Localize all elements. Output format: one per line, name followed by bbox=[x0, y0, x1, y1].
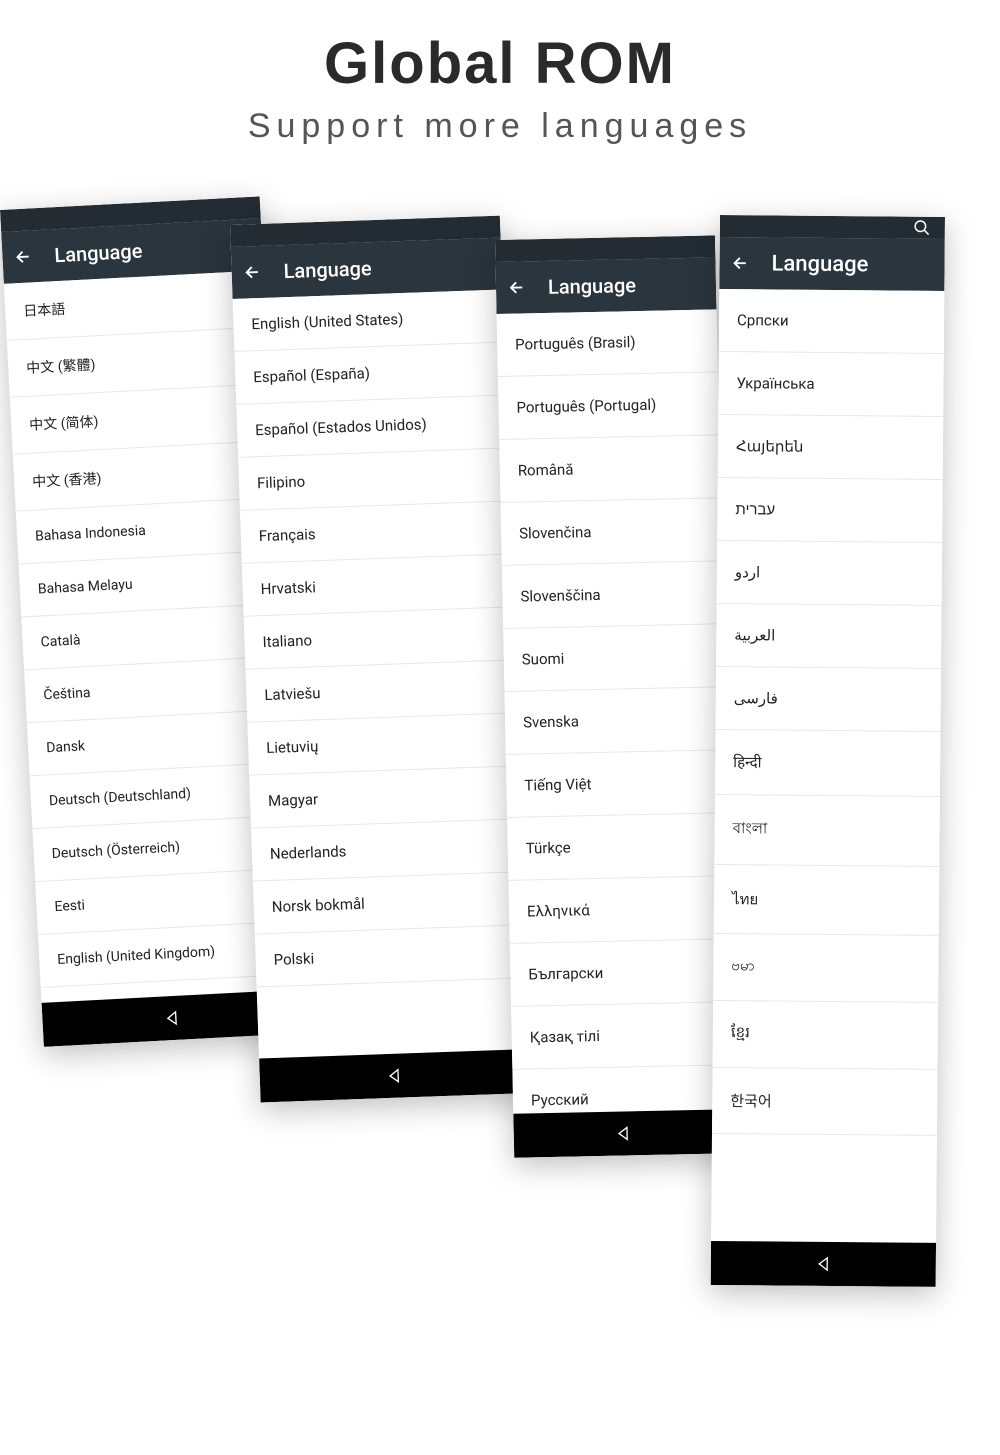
list-item[interactable]: Slovenščina bbox=[502, 561, 723, 629]
page-subtitle: Support more languages bbox=[0, 107, 1000, 146]
search-icon[interactable] bbox=[913, 219, 931, 237]
list-item[interactable]: ဗမာ bbox=[713, 934, 939, 1003]
list-item[interactable]: Ελληνικά bbox=[508, 876, 729, 944]
list-item[interactable]: Lietuvių bbox=[247, 713, 519, 775]
app-header: Language bbox=[719, 237, 944, 291]
back-icon[interactable] bbox=[243, 263, 262, 282]
page-title: Global ROM bbox=[0, 30, 1000, 97]
list-item[interactable]: العربية bbox=[716, 604, 942, 669]
back-icon[interactable] bbox=[732, 254, 750, 272]
list-item[interactable]: ไทย bbox=[714, 865, 940, 936]
list-item[interactable]: Italiano bbox=[244, 607, 516, 669]
nav-back-icon[interactable] bbox=[387, 1067, 404, 1084]
list-item[interactable]: فارسی bbox=[716, 667, 942, 732]
status-bar bbox=[720, 215, 945, 239]
list-item[interactable]: Polski bbox=[255, 925, 527, 987]
list-item[interactable]: Tiếng Việt bbox=[506, 750, 727, 818]
list-item[interactable]: Português (Portugal) bbox=[498, 372, 719, 440]
list-item[interactable]: Русский bbox=[512, 1065, 733, 1114]
phone-screenshot-3: Language Português (Brasil) Português (P… bbox=[495, 235, 734, 1157]
list-item[interactable]: Latviešu bbox=[246, 660, 518, 722]
nav-back-icon[interactable] bbox=[616, 1125, 632, 1141]
list-item[interactable]: Español (España) bbox=[234, 342, 506, 404]
language-list[interactable]: Српски Українська Հայերեն עברית اردو الع… bbox=[711, 289, 944, 1243]
android-nav-bar bbox=[513, 1109, 734, 1158]
nav-back-icon[interactable] bbox=[164, 1010, 181, 1027]
app-header: Language bbox=[495, 257, 716, 314]
app-header: Language bbox=[231, 238, 503, 299]
list-item[interactable]: Українська bbox=[718, 352, 944, 417]
nav-back-icon[interactable] bbox=[815, 1256, 831, 1272]
list-item[interactable]: हिन्दी bbox=[715, 730, 941, 797]
list-item[interactable]: Español (Estados Unidos) bbox=[236, 395, 508, 457]
list-item[interactable]: Türkçe bbox=[507, 813, 728, 881]
back-icon[interactable] bbox=[508, 278, 526, 296]
list-item[interactable]: Slovenčina bbox=[501, 498, 722, 566]
android-nav-bar bbox=[711, 1241, 936, 1287]
phone-stage: Language 日本語 中文 (繁體) 中文 (简体) 中文 (香港) Bah… bbox=[0, 185, 1000, 1455]
list-item[interactable]: Magyar bbox=[249, 766, 521, 828]
list-item[interactable]: Қазақ тілі bbox=[511, 1002, 732, 1070]
list-item[interactable]: Hrvatski bbox=[242, 554, 514, 616]
header-title: Language bbox=[283, 256, 372, 283]
list-item[interactable]: Română bbox=[499, 435, 720, 503]
header-title: Language bbox=[771, 251, 868, 277]
language-list[interactable]: English (United States) Español (España)… bbox=[233, 290, 529, 1059]
list-item[interactable]: Հայերեն bbox=[718, 415, 944, 480]
list-item[interactable]: English (United States) bbox=[233, 290, 505, 352]
list-item[interactable]: Српски bbox=[719, 289, 945, 354]
list-item[interactable]: Nederlands bbox=[251, 819, 523, 881]
list-item[interactable]: Svenska bbox=[504, 687, 725, 755]
list-item[interactable]: Français bbox=[240, 501, 512, 563]
list-item[interactable]: Suomi bbox=[503, 624, 724, 692]
back-icon[interactable] bbox=[14, 247, 33, 266]
phone-screenshot-4: Language Српски Українська Հայերեն עברית… bbox=[711, 215, 945, 1287]
list-item[interactable]: עברית bbox=[717, 478, 943, 543]
list-item[interactable]: 한국어 bbox=[712, 1068, 938, 1136]
phone-screenshot-2: Language English (United States) Español… bbox=[230, 216, 530, 1103]
list-item[interactable]: বাংলা bbox=[714, 795, 940, 867]
list-item[interactable]: اردو bbox=[717, 541, 943, 606]
header-title: Language bbox=[548, 273, 636, 299]
android-nav-bar bbox=[259, 1049, 530, 1102]
list-item[interactable]: Norsk bokmål bbox=[253, 872, 525, 934]
list-item[interactable]: Filipino bbox=[238, 448, 510, 510]
header-title: Language bbox=[54, 239, 143, 268]
language-list[interactable]: Português (Brasil) Português (Portugal) … bbox=[497, 309, 734, 1113]
list-item[interactable]: Български bbox=[510, 939, 731, 1007]
list-item[interactable]: ខ្មែរ bbox=[713, 1001, 939, 1070]
list-item[interactable]: Português (Brasil) bbox=[497, 309, 718, 377]
